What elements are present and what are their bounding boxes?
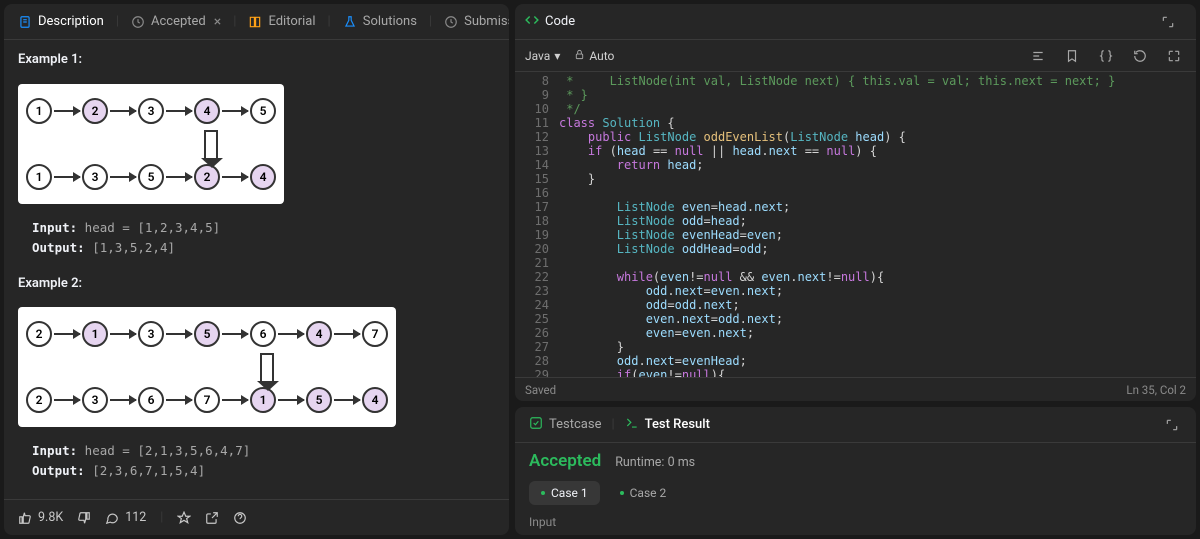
desc-tabs: Description | Accepted × | Editorial | S… [4,4,509,40]
terminal-icon [625,416,639,434]
example-1-diagram: 1234513524 [18,84,284,204]
tab-label: Submissions [464,14,509,29]
description-panel: Description | Accepted × | Editorial | S… [4,4,509,535]
result-tabs: Testcase | Test Result [515,407,1196,443]
clock-icon [444,15,458,29]
braces-icon[interactable] [1094,44,1118,68]
cursor-position: Ln 35, Col 2 [1126,383,1186,397]
tab-editorial[interactable]: Editorial [238,8,325,35]
example-1-io: Input: head = [1,2,3,4,5] Output: [1,3,5… [32,218,495,258]
description-footer: 9.8K 112 | [4,499,509,535]
tab-testcase[interactable]: Testcase [521,412,609,438]
status-dot-icon [620,491,624,495]
tab-label: Accepted [151,14,206,29]
code-header: Code [515,4,1196,40]
example-1-title: Example 1: [18,50,495,70]
code-editor[interactable]: 8910111213141516171819202122232425262728… [515,72,1196,377]
example-2-diagram: 21356472367154 [18,307,396,427]
document-icon [18,15,32,29]
lock-icon [574,49,585,63]
check-box-icon [529,416,543,434]
tab-label: Description [38,14,104,29]
tab-testresult[interactable]: Test Result [617,412,718,438]
fullscreen-icon[interactable] [1162,44,1186,68]
tab-label: Solutions [363,14,417,29]
like-count: 9.8K [38,510,63,525]
status-bar: Saved Ln 35, Col 2 [515,377,1196,401]
status-accepted: Accepted [529,451,601,471]
chevron-down-icon: ▾ [554,49,560,63]
comments-button[interactable]: 112 [105,510,146,525]
close-icon[interactable]: × [214,14,221,30]
result-body[interactable]: Accepted Runtime: 0 ms Case 1 Case 2 Inp… [515,443,1196,535]
book-icon [248,15,262,29]
tab-submissions[interactable]: Submissions [434,8,509,35]
flask-icon [343,15,357,29]
code-title-label: Code [545,14,575,29]
case-2-tab[interactable]: Case 2 [608,481,679,505]
star-button[interactable] [177,511,191,525]
code-panel: Code Java ▾ Auto [515,4,1196,401]
share-button[interactable] [205,511,219,525]
auto-toggle[interactable]: Auto [574,49,614,63]
history-icon [131,15,145,29]
dislike-button[interactable] [77,511,91,525]
tab-solutions[interactable]: Solutions [333,8,427,35]
example-2-io: Input: head = [2,1,3,5,6,4,7] Output: [2… [32,441,495,481]
input-label: Input [529,515,1182,529]
comment-count: 112 [125,510,146,525]
format-icon[interactable] [1026,44,1050,68]
tab-label: Editorial [268,14,315,29]
tab-accepted[interactable]: Accepted × [121,8,231,36]
bookmark-icon[interactable] [1060,44,1084,68]
example-2-title: Example 2: [18,274,495,294]
language-selector[interactable]: Java ▾ [525,49,560,63]
reset-icon[interactable] [1128,44,1152,68]
tab-description[interactable]: Description [8,8,114,35]
expand-icon[interactable] [1160,413,1184,437]
expand-icon[interactable] [1156,10,1180,34]
like-button[interactable]: 9.8K [18,510,63,525]
code-toolbar: Java ▾ Auto [515,40,1196,72]
result-panel: Testcase | Test Result Accepted Runtime:… [515,407,1196,535]
runtime-label: Runtime: 0 ms [615,455,695,470]
code-icon [525,13,539,31]
help-button[interactable] [233,511,247,525]
case-1-tab[interactable]: Case 1 [529,481,600,505]
saved-status: Saved [525,383,556,397]
description-content[interactable]: Example 1: 1234513524 Input: head = [1,2… [4,40,509,499]
status-dot-icon [541,491,545,495]
